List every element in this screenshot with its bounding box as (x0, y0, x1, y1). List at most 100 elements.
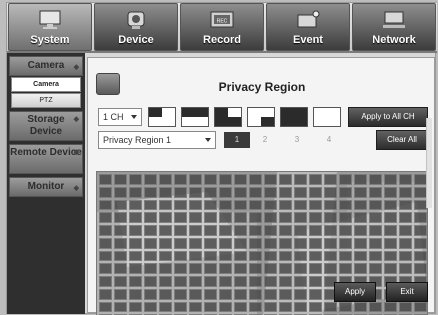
mask-cell[interactable] (294, 288, 307, 300)
mask-cell[interactable] (114, 212, 127, 223)
mask-cell[interactable] (219, 186, 232, 198)
mask-cell[interactable] (399, 212, 412, 223)
mask-cell[interactable] (174, 263, 187, 274)
mask-cell[interactable] (324, 225, 337, 236)
mask-cell[interactable] (279, 212, 292, 223)
mask-cell[interactable] (399, 301, 412, 313)
mask-cell[interactable] (204, 174, 217, 185)
mask-cell[interactable] (384, 199, 397, 211)
mask-cell[interactable] (414, 301, 427, 313)
exit-button[interactable]: Exit (386, 282, 428, 302)
sidebar-subitem-ptz[interactable]: PTZ (11, 93, 81, 108)
mask-cell[interactable] (114, 174, 127, 185)
mask-cell[interactable] (324, 263, 337, 274)
mask-cell[interactable] (249, 225, 262, 236)
mask-cell[interactable] (234, 212, 247, 223)
mask-cell[interactable] (399, 199, 412, 211)
mask-cell[interactable] (354, 237, 367, 249)
mask-cell[interactable] (174, 199, 187, 211)
mask-cell[interactable] (159, 186, 172, 198)
sidebar-item-monitor[interactable]: Monitor ◆ (9, 177, 83, 197)
mask-cell[interactable] (309, 199, 322, 211)
clear-all-button[interactable]: Clear All (376, 130, 428, 150)
mask-cell[interactable] (324, 250, 337, 262)
mask-cell[interactable] (189, 250, 202, 262)
mask-cell[interactable] (219, 199, 232, 211)
mask-cell[interactable] (339, 225, 352, 236)
mask-cell[interactable] (99, 186, 112, 198)
tab-event[interactable]: Event (266, 3, 350, 51)
mask-cell[interactable] (279, 263, 292, 274)
mask-cell[interactable] (219, 250, 232, 262)
mask-cell[interactable] (204, 250, 217, 262)
mask-cell[interactable] (339, 199, 352, 211)
mask-cell[interactable] (129, 263, 142, 274)
mask-cell[interactable] (99, 276, 112, 287)
mask-cell[interactable] (264, 276, 277, 287)
mask-cell[interactable] (294, 174, 307, 185)
mask-cell[interactable] (354, 199, 367, 211)
tab-system[interactable]: System (8, 3, 92, 51)
mask-cell[interactable] (309, 250, 322, 262)
mask-cell[interactable] (174, 288, 187, 300)
mask-cell[interactable] (129, 174, 142, 185)
mask-cell[interactable] (309, 301, 322, 313)
mask-cell[interactable] (174, 225, 187, 236)
mask-cell[interactable] (369, 237, 382, 249)
mask-cell[interactable] (159, 301, 172, 313)
mask-cell[interactable] (354, 174, 367, 185)
mask-cell[interactable] (99, 288, 112, 300)
mask-cell[interactable] (144, 288, 157, 300)
mask-cell[interactable] (114, 288, 127, 300)
mask-cell[interactable] (399, 250, 412, 262)
mask-cell[interactable] (219, 174, 232, 185)
region-number-button[interactable]: 1 (224, 132, 250, 148)
privacy-region-select[interactable]: Privacy Region 1 (98, 131, 216, 149)
mask-pattern-button[interactable] (214, 107, 242, 127)
mask-pattern-button[interactable] (148, 107, 176, 127)
mask-cell[interactable] (279, 225, 292, 236)
mask-cell[interactable] (234, 225, 247, 236)
mask-cell[interactable] (114, 301, 127, 313)
mask-cell[interactable] (324, 199, 337, 211)
mask-cell[interactable] (339, 186, 352, 198)
mask-cell[interactable] (339, 237, 352, 249)
mask-cell[interactable] (189, 174, 202, 185)
mask-cell[interactable] (264, 250, 277, 262)
mask-cell[interactable] (384, 212, 397, 223)
mask-cell[interactable] (264, 263, 277, 274)
mask-cell[interactable] (249, 199, 262, 211)
mask-cell[interactable] (219, 212, 232, 223)
mask-cell[interactable] (219, 237, 232, 249)
scrollbar[interactable] (426, 118, 432, 208)
mask-cell[interactable] (174, 301, 187, 313)
sidebar-item-camera[interactable]: Camera ◆ (9, 56, 83, 76)
mask-cell[interactable] (114, 250, 127, 262)
mask-cell[interactable] (174, 276, 187, 287)
mask-cell[interactable] (174, 174, 187, 185)
mask-cell[interactable] (174, 237, 187, 249)
mask-cell[interactable] (174, 212, 187, 223)
mask-cell[interactable] (144, 225, 157, 236)
mask-cell[interactable] (294, 276, 307, 287)
mask-cell[interactable] (189, 276, 202, 287)
mask-cell[interactable] (384, 250, 397, 262)
mask-cell[interactable] (159, 174, 172, 185)
mask-cell[interactable] (189, 288, 202, 300)
mask-cell[interactable] (354, 263, 367, 274)
sidebar-item-remote[interactable]: Remote Device ◆ (9, 144, 83, 174)
mask-cell[interactable] (249, 250, 262, 262)
mask-cell[interactable] (99, 225, 112, 236)
mask-cell[interactable] (204, 186, 217, 198)
mask-cell[interactable] (309, 263, 322, 274)
sidebar-subitem-camera[interactable]: Camera (11, 77, 81, 92)
mask-cell[interactable] (279, 174, 292, 185)
mask-cell[interactable] (144, 199, 157, 211)
mask-cell[interactable] (99, 263, 112, 274)
mask-cell[interactable] (354, 212, 367, 223)
mask-cell[interactable] (309, 276, 322, 287)
mask-cell[interactable] (339, 174, 352, 185)
apply-button[interactable]: Apply (334, 282, 376, 302)
mask-cell[interactable] (159, 225, 172, 236)
mask-cell[interactable] (399, 186, 412, 198)
